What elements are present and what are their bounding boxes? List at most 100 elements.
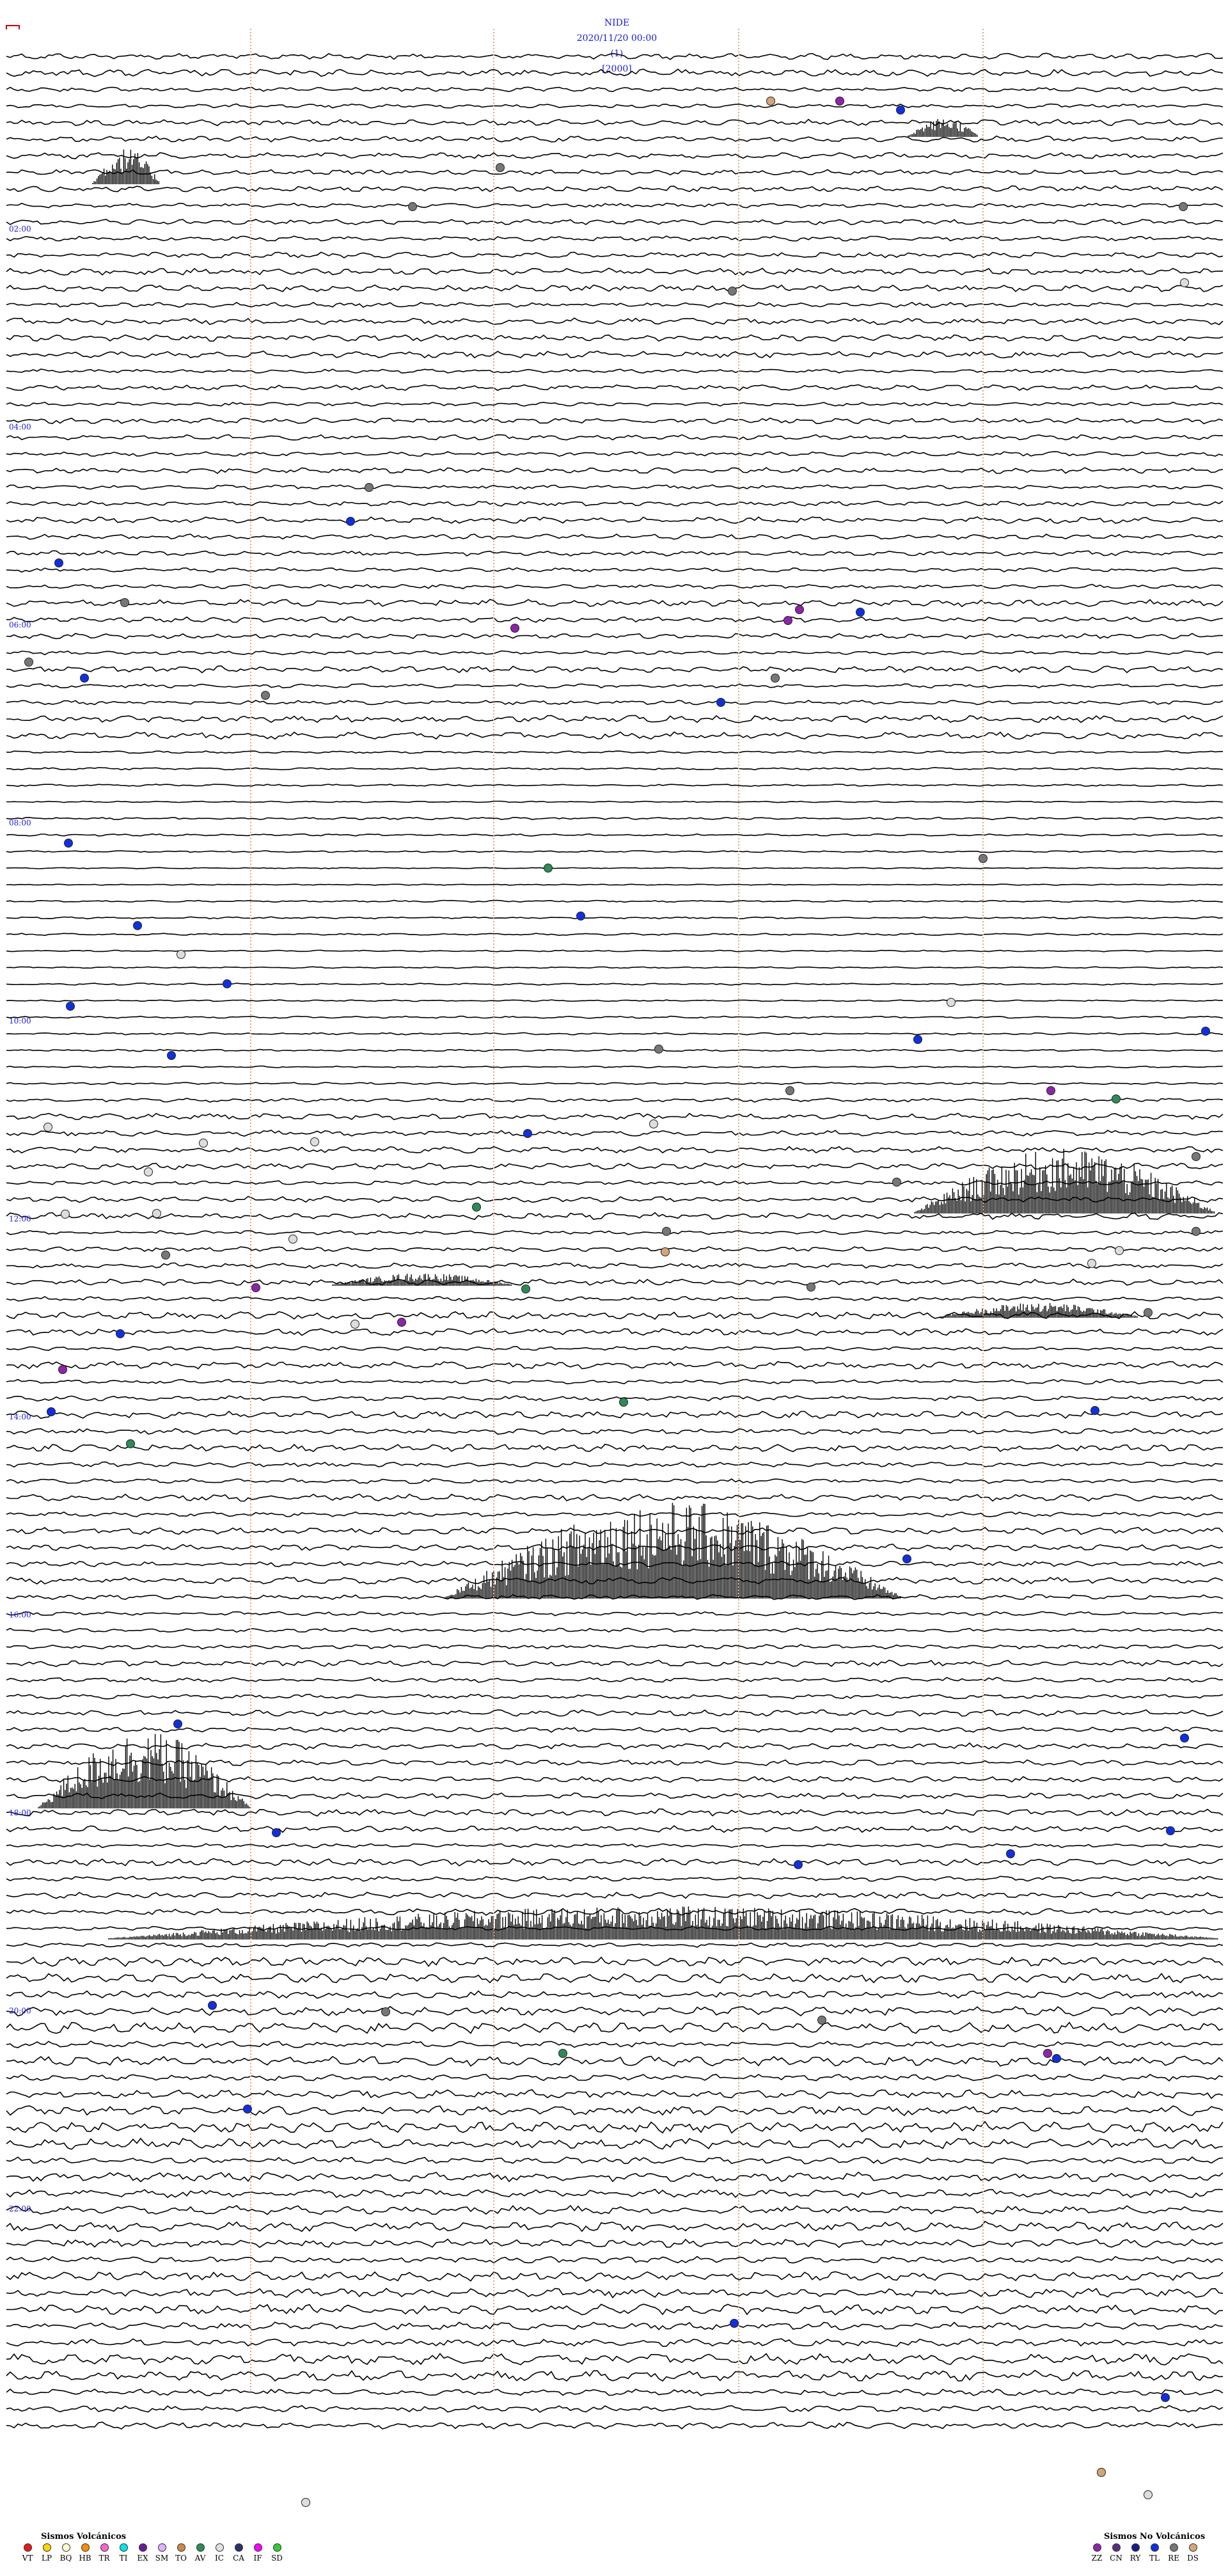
event-marker-icon (346, 517, 355, 526)
volcanic-legend-items: VT LP BQ HB TR TI EX SM TO AV IC CA IF SD (18, 2543, 287, 2563)
nonvolcanic-legend-title: Sismos No Volcánicos (1104, 2532, 1206, 2541)
trace-line (6, 1346, 1224, 1352)
trace-line (6, 933, 1224, 936)
event-marker-icon (397, 1318, 406, 1327)
trace-line (6, 633, 1224, 640)
trace-line (6, 699, 1224, 706)
legend-code-label: CN (1110, 2554, 1122, 2563)
trace-line (6, 2188, 1224, 2199)
trace-line (6, 2089, 1224, 2099)
trace-line (6, 2256, 1224, 2264)
trace-line (6, 567, 1224, 573)
trace-line (6, 2321, 1224, 2331)
trace-line (6, 2369, 1224, 2382)
trace-line (6, 599, 1224, 608)
trace-line (6, 899, 1224, 903)
trace-line (6, 683, 1224, 689)
legend-code-label: VT (22, 2554, 33, 2563)
trace-line (6, 1858, 1224, 1867)
trace-line (6, 2021, 1224, 2034)
activity-burst (38, 1734, 250, 1808)
trace-line (6, 2156, 1224, 2165)
event-marker-icon (173, 1719, 182, 1728)
legend-code-label: TO (175, 2554, 187, 2563)
event-marker-icon (365, 483, 374, 492)
hour-label: 18:00 (9, 1808, 31, 1817)
trace-line (6, 2005, 1224, 2017)
legend-item-re: RE (1164, 2543, 1183, 2563)
event-marker-icon (835, 97, 844, 106)
trace-line (6, 1278, 1224, 1286)
trace-line (6, 766, 1224, 771)
trace-line (6, 883, 1224, 886)
trace-line (6, 86, 1224, 93)
trace-line (6, 999, 1224, 1002)
legend-code-label: AV (194, 2554, 206, 2563)
event-marker-icon (1087, 1259, 1096, 1268)
trace-line (6, 784, 1224, 787)
legend-item-if: IF (248, 2543, 267, 2563)
trace-line (6, 2288, 1224, 2299)
hour-label: 16:00 (9, 1611, 31, 1620)
trace-line (6, 2121, 1224, 2134)
trace-line (6, 1659, 1224, 1667)
trace-line (6, 1908, 1224, 1916)
volcanic-legend: Sismos Volcánicos VT LP BQ HB TR TI EX SM TO AV IC… (18, 2532, 306, 2573)
legend-code-label: CA (233, 2554, 244, 2563)
legend-dot-icon (1150, 2543, 1159, 2552)
event-marker-icon (61, 1210, 70, 1219)
trace-line (6, 1246, 1224, 1252)
event-marker-icon (223, 979, 232, 988)
trace-line (6, 1677, 1224, 1683)
event-marker-icon (1180, 278, 1189, 287)
trace-line (6, 849, 1224, 853)
activity-burst (908, 119, 978, 137)
trace-line (6, 1112, 1224, 1121)
event-marker-icon (350, 1320, 359, 1329)
event-marker-icon (126, 1439, 135, 1448)
trace-line (6, 1843, 1224, 1849)
event-marker-icon (807, 1283, 815, 1292)
legend-code-label: RE (1168, 2554, 1179, 2563)
event-marker-icon (144, 1167, 153, 1176)
trace-line (6, 103, 1224, 109)
legend-dot-icon (215, 2543, 224, 2552)
event-marker-icon (1201, 1027, 1210, 1036)
legend-item-ds: DS (1183, 2543, 1202, 2563)
hour-label: 10:00 (9, 1016, 31, 1025)
event-marker-icon (251, 1283, 260, 1292)
event-marker-icon (1144, 1308, 1153, 1317)
trace-line (6, 2238, 1224, 2248)
legend-code-label: SM (155, 2554, 169, 2563)
trace-line (6, 1443, 1224, 1453)
event-marker-icon (716, 698, 725, 707)
trace-line (6, 1461, 1224, 1468)
event-marker-icon (794, 1860, 803, 1869)
hour-label: 20:00 (9, 2007, 31, 2016)
trace-line (6, 434, 1224, 441)
trace-line (6, 135, 1223, 143)
trace-line (6, 467, 1224, 475)
activity-burst (940, 1303, 1138, 1318)
legend-dot-icon (23, 2543, 32, 2552)
trace-line (6, 1611, 1224, 1616)
event-marker-icon (892, 1178, 901, 1187)
trace-line (6, 2073, 1224, 2082)
legend-item-lp: LP (37, 2543, 56, 2563)
trace-line (6, 384, 1224, 391)
trace-line (6, 533, 1224, 540)
trace-line (6, 152, 1224, 159)
trace-line (6, 550, 1224, 557)
trace-line (6, 516, 1224, 524)
event-marker-icon (1192, 1227, 1200, 1236)
event-marker-icon (902, 1554, 911, 1563)
trace-line (6, 118, 1224, 127)
trace-line (6, 1560, 1224, 1567)
trace-line (6, 1972, 1224, 1984)
event-marker-icon (152, 1209, 161, 1218)
trace-line (6, 251, 1224, 259)
activity-burst (332, 1274, 512, 1286)
legend-code-label: ZZ (1091, 2554, 1103, 2563)
trace-line (6, 2040, 1224, 2049)
hour-label: 14:00 (9, 1412, 31, 1421)
